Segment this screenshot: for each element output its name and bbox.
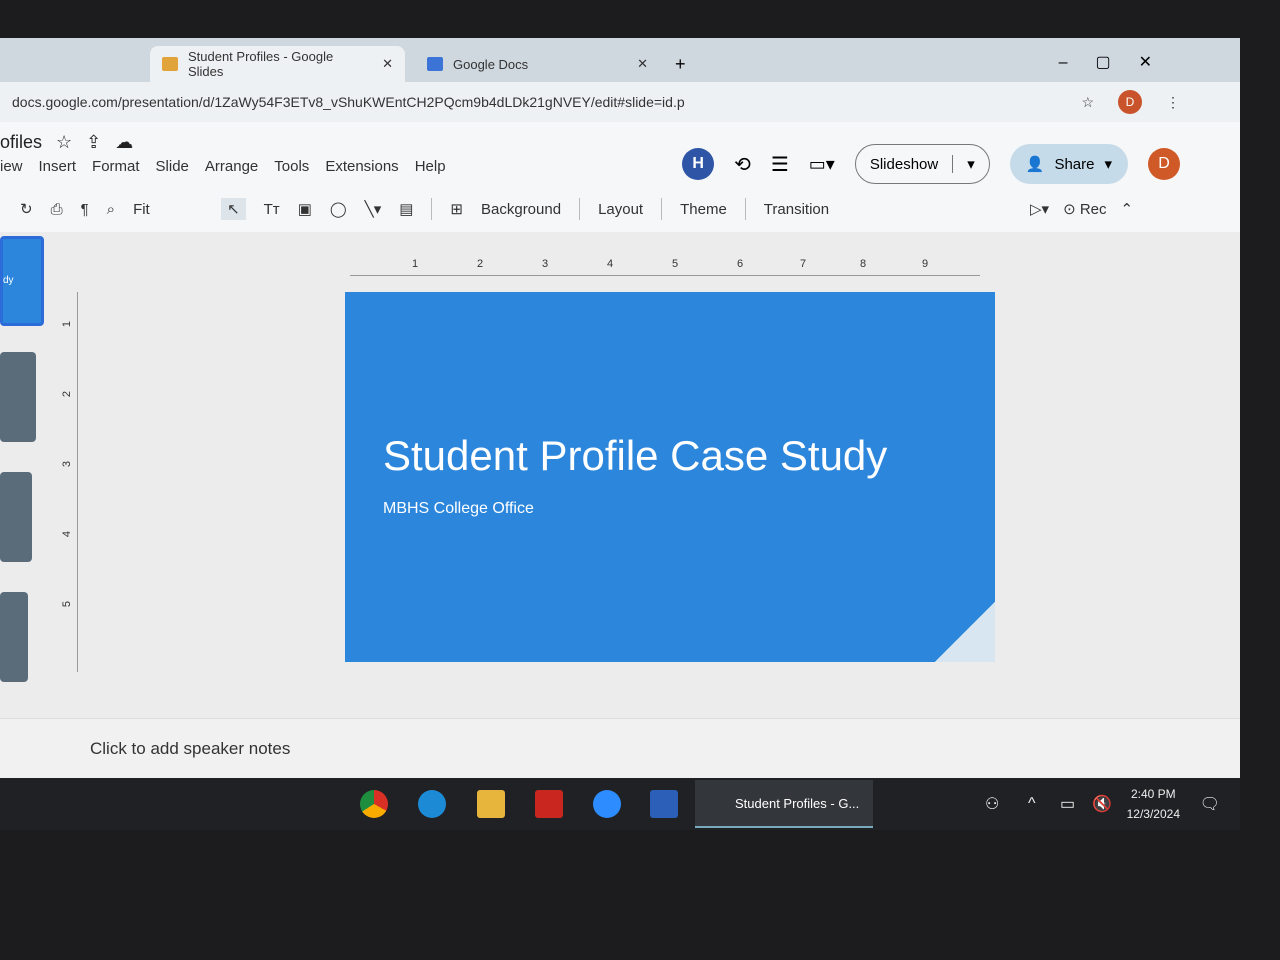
profile-avatar[interactable]: D (1118, 90, 1142, 114)
taskbar-active-chrome[interactable]: Student Profiles - G... (695, 780, 874, 828)
address-bar[interactable]: docs.google.com/presentation/d/1ZaWy54F3… (0, 82, 1240, 122)
close-icon[interactable]: ✕ (637, 56, 648, 72)
window-controls[interactable]: –▢✕ (1059, 52, 1180, 72)
slideshow-label: Slideshow (869, 155, 939, 173)
select-icon[interactable]: ↖ (221, 198, 246, 220)
slide-canvas[interactable]: Student Profile Case Study MBHS College … (345, 292, 995, 662)
page-curl-decoration (935, 602, 995, 662)
slideshow-button[interactable]: Slideshow ▾ (854, 144, 990, 184)
pointer-icon[interactable]: ▷▾ (1030, 200, 1049, 218)
horizontal-ruler: 123456789 (350, 258, 980, 276)
menu-format[interactable]: Format (92, 158, 140, 175)
zoom-select[interactable]: Fit (133, 201, 203, 218)
slide-thumbnail-4[interactable] (0, 592, 28, 682)
menu-insert[interactable]: Insert (39, 158, 77, 175)
menu-help[interactable]: Help (415, 158, 446, 175)
meet-icon[interactable]: ▭▾ (809, 154, 835, 175)
background-button[interactable]: Background (481, 201, 561, 218)
textbox-icon[interactable]: Tт (264, 201, 280, 218)
zoom-icon[interactable]: ⌕ (107, 201, 115, 218)
docs-icon (427, 57, 443, 71)
notifications-icon[interactable]: 🗨 (1200, 794, 1220, 814)
collaborator-avatar[interactable]: H (682, 148, 715, 180)
slide-thumbnail-1[interactable]: dy (0, 236, 44, 326)
edge-icon[interactable] (418, 790, 446, 818)
menu-bar: iew Insert Format Slide Arrange Tools Ex… (0, 158, 446, 175)
slide-thumbnail-2[interactable] (0, 352, 36, 442)
user-avatar[interactable]: D (1148, 148, 1180, 180)
toolbar: ↻ ⎙ ¶ ⌕ Fit ↖ Tт ▣ ◯ ╲▾ ▤ ⊞ Background L… (20, 198, 1133, 220)
share-button[interactable]: 👤 Share ▾ (1009, 144, 1128, 184)
menu-arrange[interactable]: Arrange (205, 158, 258, 175)
tab-label: Student Profiles - Google Slides (187, 49, 334, 79)
shape-icon[interactable]: ◯ (330, 200, 347, 218)
menu-tools[interactable]: Tools (274, 158, 309, 175)
app-icon[interactable] (650, 790, 678, 818)
cloud-icon: ☁ (115, 132, 134, 152)
people-icon: 👤 (1025, 156, 1045, 173)
tab-slides[interactable]: Student Profiles - Google Slides ✕ (150, 46, 405, 82)
battery-icon[interactable]: ▭ (1060, 794, 1075, 814)
paint-format-icon[interactable]: ¶ (81, 201, 89, 218)
layout-button[interactable]: Layout (598, 201, 643, 218)
bookmark-star-icon[interactable]: ☆ (1081, 94, 1094, 111)
taskbar: Student Profiles - G... ⚇ ^ ▭ 🔇 2:40 PM 1… (0, 778, 1240, 830)
document-title[interactable]: ofiles (0, 132, 42, 153)
print-icon[interactable]: ⎙ (51, 201, 63, 218)
menu-view[interactable]: iew (0, 158, 23, 175)
slide-subtitle[interactable]: MBHS College Office (383, 500, 534, 518)
people-icon[interactable]: ⚇ (985, 794, 999, 814)
file-explorer-icon[interactable] (477, 790, 505, 818)
tray-chevron-icon[interactable]: ^ (1028, 795, 1036, 813)
image-icon[interactable]: ▣ (298, 200, 312, 218)
clock[interactable]: 2:40 PM 12/3/2024 (1127, 784, 1180, 824)
chrome-icon[interactable] (360, 790, 388, 818)
transition-button[interactable]: Transition (764, 201, 829, 218)
screen: Student Profiles - Google Slides ✕ Googl… (0, 38, 1240, 828)
collapse-icon[interactable]: ⌃ (1121, 200, 1134, 218)
volume-muted-icon[interactable]: 🔇 (1092, 794, 1112, 814)
filmstrip: dy (0, 232, 60, 718)
comments-icon[interactable]: ☰ (771, 152, 789, 177)
acrobat-icon[interactable] (535, 790, 563, 818)
editor-workspace: dy 123456789 12345 Student Profile Case … (0, 232, 1240, 718)
share-label: Share (1054, 155, 1095, 173)
slides-icon (162, 57, 178, 71)
theme-button[interactable]: Theme (680, 201, 727, 218)
chevron-down-icon[interactable]: ▾ (952, 155, 989, 173)
line-icon[interactable]: ╲▾ (365, 200, 382, 218)
zoom-icon[interactable] (593, 790, 621, 818)
history-icon[interactable]: ⟲ (734, 152, 751, 177)
menu-extensions[interactable]: Extensions (325, 158, 398, 175)
speaker-notes[interactable]: Click to add speaker notes (0, 718, 1240, 778)
comment-add-icon[interactable]: ⊞ (450, 200, 463, 218)
slides-header: ofiles ☆ ⇪ ☁ iew Insert Format Slide Arrang… (0, 122, 1240, 232)
tab-label: Google Docs (453, 56, 529, 72)
rec-button[interactable]: ⊙ Rec (1063, 200, 1106, 218)
video-icon[interactable]: ▤ (399, 200, 413, 218)
slide-thumbnail-3[interactable] (0, 472, 32, 562)
close-icon[interactable]: ✕ (382, 56, 393, 72)
new-tab-button[interactable]: + (675, 54, 686, 75)
slide-title[interactable]: Student Profile Case Study (383, 432, 887, 480)
tab-bar: Student Profiles - Google Slides ✕ Googl… (0, 38, 1240, 82)
menu-slide[interactable]: Slide (156, 158, 189, 175)
vertical-ruler: 12345 (61, 292, 78, 672)
tab-docs[interactable]: Google Docs ✕ (415, 46, 660, 82)
more-icon[interactable]: ⋮ (1166, 94, 1180, 111)
star-icon[interactable]: ☆ (56, 132, 72, 153)
move-icon[interactable]: ⇪ (86, 132, 101, 153)
url-text[interactable]: docs.google.com/presentation/d/1ZaWy54F3… (12, 94, 685, 110)
notes-placeholder: Click to add speaker notes (90, 739, 291, 758)
redo-icon[interactable]: ↻ (20, 200, 33, 218)
chevron-down-icon[interactable]: ▾ (1104, 155, 1112, 173)
